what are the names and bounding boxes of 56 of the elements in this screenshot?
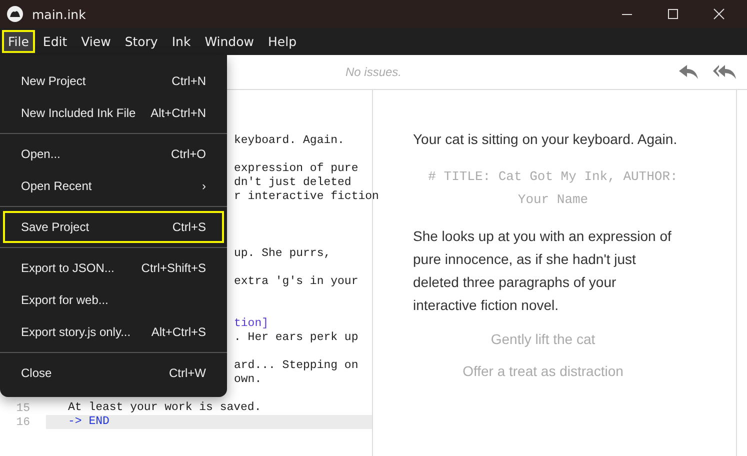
code-line: r interactive fiction [234, 190, 379, 204]
menu-item[interactable]: View [75, 30, 117, 53]
menu-item[interactable]: Ink [166, 30, 197, 53]
shortcut: Ctrl+O [170, 147, 206, 161]
maximize-icon[interactable] [667, 8, 679, 20]
code-line: keyboard. Again. [234, 134, 344, 148]
shortcut: Ctrl+N [172, 74, 206, 88]
menu-option[interactable]: Save Project Ctrl+S [3, 211, 224, 243]
menu-option-label: Open... [21, 147, 60, 161]
story-text: Your cat is sitting on your keyboard. Again. [413, 130, 678, 149]
code-line: . Her ears perk up [234, 331, 358, 345]
menu-option-label: Open Recent [21, 179, 92, 193]
window-title: main.ink [32, 6, 86, 22]
menu-option-label: Export to JSON... [21, 261, 114, 275]
code-line: dn't just deleted [234, 176, 352, 190]
menu-item[interactable]: Story [118, 30, 164, 53]
menu-option[interactable]: New Included Ink File Alt+Ctrl+N [3, 97, 224, 129]
menu-option[interactable]: Open Recent › [3, 170, 224, 202]
code-line: tion] [234, 317, 269, 331]
code-line: ard... Stepping on [234, 359, 358, 373]
reply-all-arrow-icon[interactable] [713, 65, 737, 79]
menu-option[interactable]: Close Ctrl+W [3, 357, 224, 389]
issues-status: No issues. [345, 65, 402, 79]
menu-option-label: New Project [21, 74, 86, 88]
code-line: -> END [68, 415, 110, 429]
menu-option[interactable]: Export story.js only... Alt+Ctrl+S [3, 316, 224, 348]
code-line: expression of pure [234, 162, 358, 176]
menu-option-label: Close [21, 366, 52, 380]
menu-option[interactable]: New Project Ctrl+N [3, 65, 224, 97]
code-line: At least your work is saved. [68, 401, 262, 415]
menu-option-label: New Included Ink File [21, 106, 136, 120]
menu-item[interactable]: Window [198, 30, 260, 53]
story-text: She looks up at you with an expression of pure innocence, as if she hadn't just deleted three paragraphs of your interactive fiction novel. [413, 227, 672, 315]
menu-option[interactable]: Export to JSON... Ctrl+Shift+S [3, 252, 224, 284]
close-icon[interactable] [713, 8, 725, 20]
shortcut: Ctrl+Shift+S [141, 261, 206, 275]
app-logo-icon [6, 5, 24, 23]
submenu-chevron: › [202, 179, 206, 193]
menu-option-label: Save Project [21, 220, 90, 234]
menu-item[interactable]: Help [262, 30, 302, 53]
menu-item[interactable]: File [2, 30, 35, 53]
menu-item[interactable]: Edit [36, 30, 74, 53]
code-line: up. She purrs, [234, 247, 331, 261]
menu-option[interactable]: Export for web... [3, 284, 224, 316]
menu-option[interactable]: Open... Ctrl+O [3, 138, 224, 170]
menu-option-label: Export story.js only... [21, 325, 131, 339]
shortcut: Alt+Ctrl+S [151, 325, 206, 339]
shortcut: Alt+Ctrl+N [150, 106, 206, 120]
shortcut: Ctrl+S [172, 220, 206, 234]
code-line: own. [234, 373, 262, 387]
menu-option-label: Export for web... [21, 293, 108, 307]
code-line: extra 'g's in your [234, 275, 358, 289]
reply-arrow-icon[interactable] [679, 65, 699, 79]
shortcut: Ctrl+W [169, 366, 206, 380]
story-tag: # TITLE: Cat Got My Ink, AUTHOR: Your Name [413, 165, 693, 211]
line-number: 15 [15, 402, 30, 414]
